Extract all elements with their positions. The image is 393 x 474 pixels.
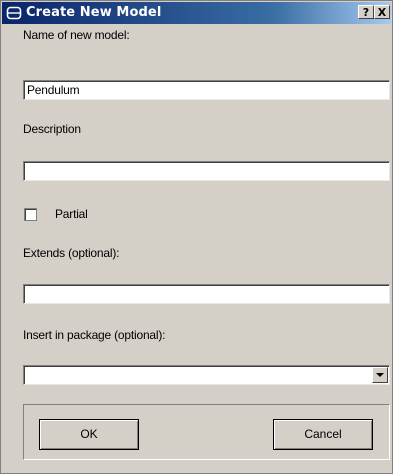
create-new-model-dialog: Create New Model ? X Name of new model: … [0, 0, 393, 474]
model-icon [6, 6, 22, 20]
partial-label: Partial [55, 207, 88, 221]
description-field[interactable] [24, 162, 389, 180]
package-combobox[interactable] [23, 365, 390, 385]
partial-checkbox[interactable] [24, 208, 37, 221]
cancel-button[interactable]: Cancel [273, 419, 373, 450]
name-label: Name of new model: [23, 28, 130, 42]
package-dropdown-button[interactable] [372, 367, 388, 383]
name-field[interactable] [24, 81, 389, 99]
package-label: Insert in package (optional): [23, 328, 166, 342]
name-field-box [23, 80, 390, 100]
chevron-down-icon [376, 373, 384, 377]
window-title: Create New Model [26, 5, 162, 20]
close-button[interactable]: X [374, 5, 390, 19]
package-field[interactable] [24, 366, 389, 384]
description-field-box [23, 161, 390, 181]
extends-label: Extends (optional): [23, 246, 120, 260]
extends-field[interactable] [24, 285, 389, 303]
title-bar[interactable]: Create New Model ? X [2, 2, 391, 24]
description-label: Description [23, 122, 81, 136]
help-button[interactable]: ? [358, 5, 374, 19]
button-bar: OK Cancel [23, 404, 390, 460]
extends-field-box [23, 284, 390, 304]
ok-button[interactable]: OK [39, 419, 139, 450]
